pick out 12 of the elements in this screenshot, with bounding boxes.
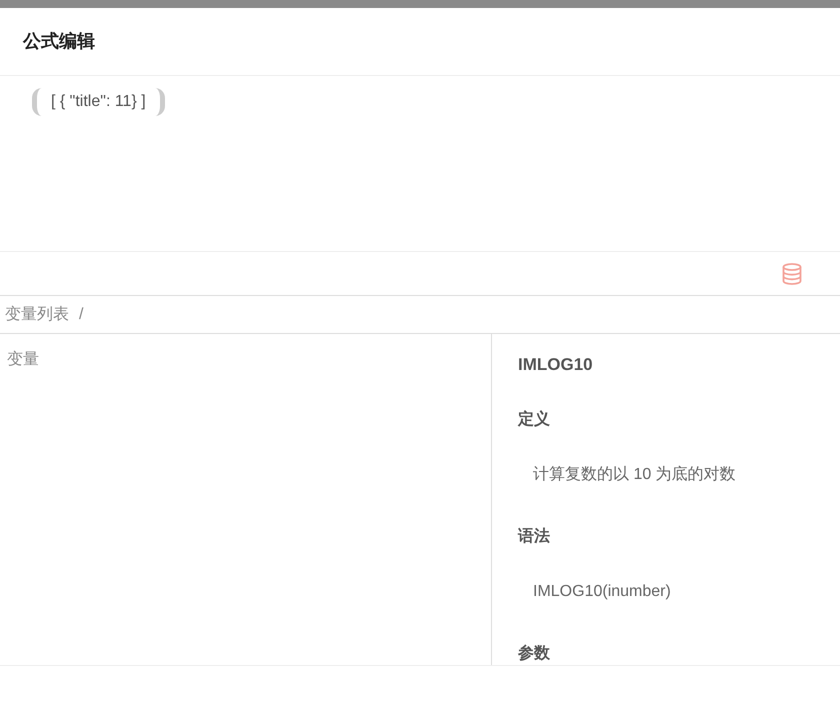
dialog-title: 公式编辑 bbox=[23, 30, 95, 53]
breadcrumb-separator: / bbox=[79, 304, 84, 324]
section-heading: 语法 bbox=[518, 526, 551, 546]
formula-field[interactable]: [ { "title": 11} ] bbox=[32, 88, 165, 116]
database-icon[interactable] bbox=[782, 262, 802, 284]
function-name: IMLOG10 bbox=[518, 354, 594, 376]
section-heading: 定义 bbox=[518, 409, 551, 430]
section-heading: 参数 bbox=[518, 643, 551, 664]
breadcrumb-item[interactable]: 变量列表 bbox=[5, 302, 69, 326]
section-text: IMLOG10(inumber) bbox=[532, 582, 672, 602]
section-text: 计算复数的以 10 为底的对数 bbox=[532, 464, 737, 484]
variables-heading: 变量 bbox=[7, 351, 39, 368]
